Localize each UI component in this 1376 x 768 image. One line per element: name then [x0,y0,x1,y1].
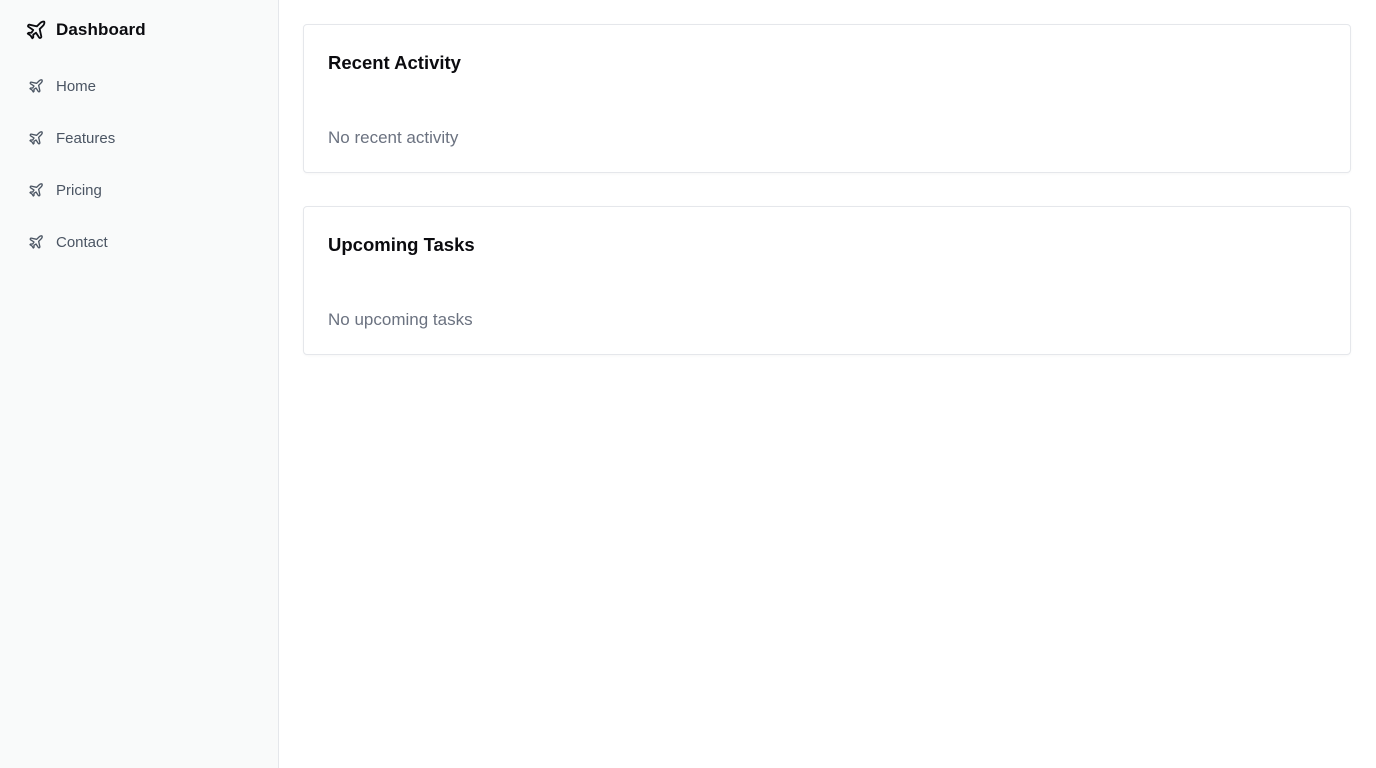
sidebar-item-label: Home [56,77,97,95]
sidebar: Dashboard Home Features Pricing Contact [0,0,279,768]
recent-activity-card: Recent Activity No recent activity [303,24,1351,173]
sidebar-item-label: Features [56,129,116,147]
plane-icon [27,130,44,147]
empty-state-text: No recent activity [328,128,459,147]
main-content: Recent Activity No recent activity Upcom… [279,0,1376,768]
upcoming-tasks-card: Upcoming Tasks No upcoming tasks [303,206,1351,355]
plane-icon [27,182,44,199]
plane-icon [27,234,44,251]
plane-icon [27,78,44,95]
app-root: Dashboard Home Features Pricing Contact … [0,0,1376,768]
brand-label: Dashboard [56,20,146,39]
sidebar-item-label: Pricing [56,181,102,199]
sidebar-item-pricing[interactable]: Pricing [27,178,115,202]
sidebar-item-features[interactable]: Features [27,126,115,150]
brand-link[interactable]: Dashboard [25,19,146,41]
sidebar-item-home[interactable]: Home [27,74,115,98]
sidebar-nav: Home Features Pricing Contact [27,74,115,282]
card-title: Upcoming Tasks [328,234,475,255]
card-title: Recent Activity [328,52,461,73]
sidebar-item-contact[interactable]: Contact [27,230,115,254]
plane-icon [25,19,47,41]
empty-state-text: No upcoming tasks [328,310,473,329]
sidebar-item-label: Contact [56,233,108,251]
